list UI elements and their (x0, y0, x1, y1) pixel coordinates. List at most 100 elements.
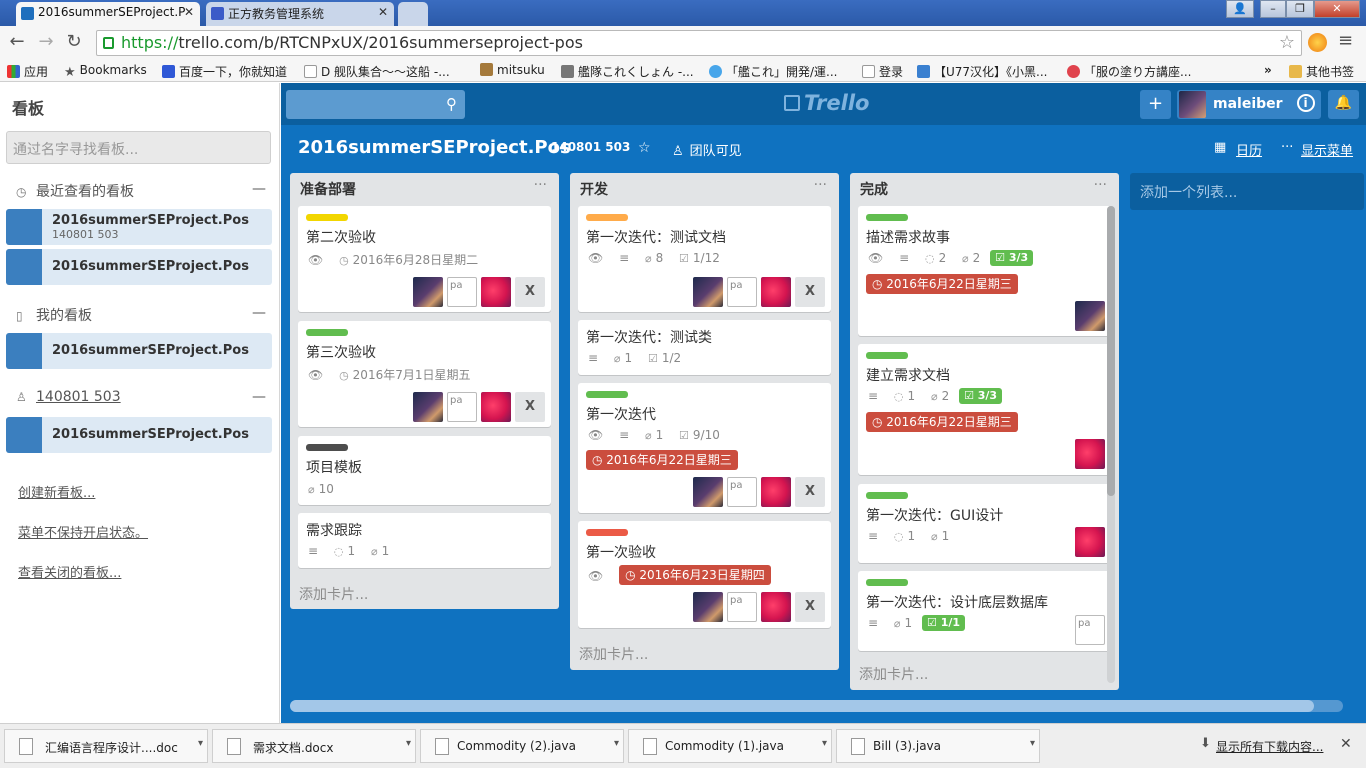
card[interactable]: 第一次迭代 👁 ≡ ⌀ 1 ☑ 9/10 ◷ 2016年6月22日星期三 pa X (578, 383, 831, 513)
add-card-link[interactable]: 添加卡片... (859, 664, 928, 684)
other-bookmarks-folder[interactable]: 其他书签 (1289, 63, 1354, 80)
list-menu-icon[interactable]: ··· (1094, 177, 1107, 193)
tab-trello[interactable]: 2016summerSEProject.P ✕ (16, 2, 200, 26)
back-icon[interactable]: ← (5, 31, 29, 52)
close-download-bar-icon[interactable]: ✕ (1340, 736, 1352, 752)
minimize-button[interactable]: – (1260, 0, 1286, 18)
info-button[interactable]: i (1290, 90, 1321, 119)
add-card-link[interactable]: 添加卡片... (299, 584, 368, 604)
tab-jwxt[interactable]: 正方教务管理系统 ✕ (206, 2, 394, 26)
card[interactable]: 需求跟踪 ≡ ◌ 1 ⌀ 1 (298, 513, 551, 568)
bookmark-fleet[interactable]: D 舰队集合～～这船 -... (304, 63, 450, 80)
create-board-link[interactable]: 创建新看板... (18, 482, 95, 501)
scrollbar-thumb[interactable] (1107, 206, 1115, 496)
member-avatar-broken[interactable]: pa (1075, 615, 1105, 645)
unpin-menu-link[interactable]: 菜单不保持开启状态。 (18, 522, 148, 541)
list-title[interactable]: 准备部署 (300, 179, 356, 199)
member-avatar[interactable] (413, 392, 443, 422)
section-recent[interactable]: ◷ 最近查看的看板 (16, 181, 134, 201)
sidebar-board-recent-2[interactable]: 2016summerSEProject.Pos (6, 249, 272, 285)
bookmark-paint[interactable]: 「服の塗り方講座... (1067, 63, 1191, 80)
chevron-down-icon[interactable]: ▾ (406, 738, 411, 749)
list-scrollbar[interactable] (1107, 206, 1115, 683)
card[interactable]: 第三次验收 👁 ◷ 2016年7月1日星期五 pa X (298, 321, 551, 427)
forward-icon[interactable]: → (34, 31, 58, 52)
board-search-input[interactable]: 通过名字寻找看板... (6, 131, 271, 164)
new-tab-button[interactable] (398, 2, 428, 26)
sidebar-board-team[interactable]: 2016summerSEProject.Pos (6, 417, 272, 453)
bookmark-twitter[interactable]: 「艦これ」開発/運... (709, 63, 838, 80)
card[interactable]: 建立需求文档 ≡ ◌ 1 ⌀ 2 ☑ 3/3 ◷ 2016年6月22日星期三 (858, 344, 1111, 475)
member-avatar[interactable] (693, 592, 723, 622)
sidebar-board-mine[interactable]: 2016summerSEProject.Pos (6, 333, 272, 369)
trello-logo[interactable]: Trello (784, 91, 869, 115)
download-item[interactable]: Commodity (2).java ▾ (420, 729, 624, 763)
reload-icon[interactable]: ↻ (62, 31, 86, 52)
bookmark-apps[interactable]: 应用 (7, 63, 48, 80)
collapse-recent-button[interactable]: — (252, 181, 266, 197)
card[interactable]: 描述需求故事 👁 ≡ ◌ 2 ⌀ 2 ☑ 3/3 ◷ 2016年6月22日星期三 (858, 206, 1111, 336)
member-x-button[interactable]: X (515, 392, 545, 422)
bookmark-u77[interactable]: 【U77汉化】《小黑... (917, 63, 1048, 80)
member-x-button[interactable]: X (795, 477, 825, 507)
member-x-button[interactable]: X (795, 592, 825, 622)
card[interactable]: 第一次迭代：测试文档 👁 ≡ ⌀ 8 ☑ 1/12 pa X (578, 206, 831, 312)
add-list-button[interactable]: 添加一个列表... (1130, 173, 1364, 210)
member-avatar[interactable] (1075, 301, 1105, 331)
member-avatar-broken[interactable]: pa (727, 277, 757, 307)
member-avatar-broken[interactable]: pa (447, 392, 477, 422)
member-avatar[interactable] (413, 277, 443, 307)
member-avatar[interactable] (761, 592, 791, 622)
card[interactable]: 项目模板 ⌀ 10 (298, 436, 551, 505)
scrollbar-thumb[interactable] (290, 700, 1314, 712)
member-avatar[interactable] (761, 477, 791, 507)
card[interactable]: 第一次迭代：设计底层数据库 ≡ ⌀ 1 ☑ 1/1 pa (858, 571, 1111, 651)
member-avatar[interactable] (481, 392, 511, 422)
calendar-link[interactable]: 日历 (1236, 140, 1262, 159)
download-item[interactable]: 需求文档.docx ▾ (212, 729, 416, 763)
card[interactable]: 第一次验收 👁 ◷ 2016年6月23日星期四 pa X (578, 521, 831, 628)
extension-icon[interactable] (1308, 33, 1327, 52)
chevron-down-icon[interactable]: ▾ (1030, 738, 1035, 749)
window-close-button[interactable]: ✕ (1314, 0, 1360, 18)
list-menu-icon[interactable]: ··· (814, 177, 827, 193)
notifications-button[interactable]: 🔔 (1328, 90, 1359, 119)
sidebar-board-recent-1[interactable]: 2016summerSEProject.Pos 140801 503 (6, 209, 272, 245)
board-horizontal-scrollbar[interactable] (290, 700, 1343, 712)
tab-close-icon[interactable]: ✕ (184, 5, 194, 19)
tab-close-icon[interactable]: ✕ (378, 5, 388, 19)
list-title[interactable]: 完成 (860, 179, 888, 199)
download-item[interactable]: 汇编语言程序设计....doc ▾ (4, 729, 208, 763)
chevron-down-icon[interactable]: ▾ (198, 738, 203, 749)
collapse-team-button[interactable]: — (252, 389, 266, 405)
section-team[interactable]: ♙ 140801 503 (16, 389, 121, 405)
list-title[interactable]: 开发 (580, 179, 608, 199)
bookmark-kancolle[interactable]: 艦隊これくしょん -... (561, 63, 694, 80)
collapse-my-boards-button[interactable]: — (252, 305, 266, 321)
bookmark-baidu[interactable]: 百度一下，你就知道 (162, 63, 287, 80)
bookmark-bookmarks[interactable]: ★ Bookmarks (64, 63, 147, 80)
card[interactable]: 第一次迭代：GUI设计 ≡ ◌ 1 ⌀ 1 (858, 484, 1111, 563)
member-avatar[interactable] (1075, 527, 1105, 557)
closed-boards-link[interactable]: 查看关闭的看板... (18, 562, 121, 581)
download-item[interactable]: Commodity (1).java ▾ (628, 729, 832, 763)
member-avatar[interactable] (761, 277, 791, 307)
member-avatar[interactable] (1075, 439, 1105, 469)
member-x-button[interactable]: X (515, 277, 545, 307)
bookmarks-more-button[interactable]: » (1264, 63, 1272, 77)
user-menu-button[interactable]: maleiber (1177, 90, 1296, 119)
download-item[interactable]: Bill (3).java ▾ (836, 729, 1040, 763)
member-avatar-broken[interactable]: pa (447, 277, 477, 307)
show-all-downloads-link[interactable]: 显示所有下载内容... (1216, 738, 1323, 755)
add-card-link[interactable]: 添加卡片... (579, 644, 648, 664)
chevron-down-icon[interactable]: ▾ (822, 738, 827, 749)
header-search-input[interactable]: ⚲ (286, 90, 465, 119)
member-x-button[interactable]: X (795, 277, 825, 307)
show-menu-link[interactable]: 显示菜单 (1301, 140, 1353, 159)
member-avatar-broken[interactable]: pa (727, 592, 757, 622)
list-menu-icon[interactable]: ··· (534, 177, 547, 193)
bookmark-star-icon[interactable]: ☆ (1279, 32, 1295, 53)
card[interactable]: 第二次验收 👁 ◷ 2016年6月28日星期二 pa X (298, 206, 551, 312)
card[interactable]: 第一次迭代：测试类 ≡ ⌀ 1 ☑ 1/2 (578, 320, 831, 375)
chevron-down-icon[interactable]: ▾ (614, 738, 619, 749)
